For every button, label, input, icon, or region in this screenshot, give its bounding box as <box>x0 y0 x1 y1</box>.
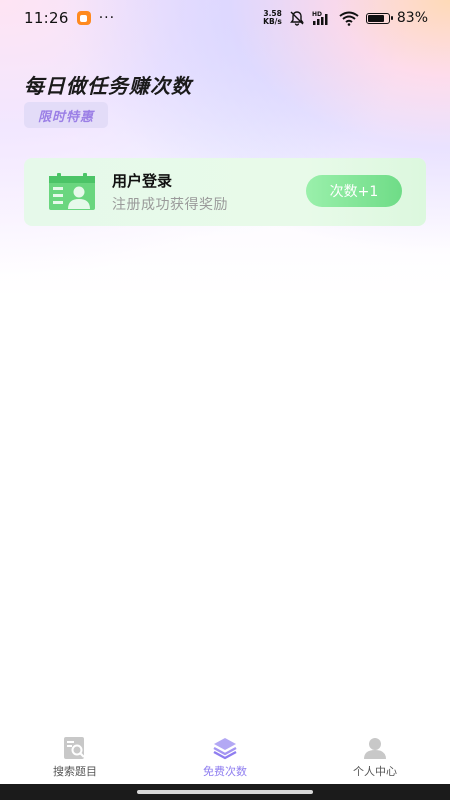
battery-icon <box>365 12 393 24</box>
limited-offer-badge: 限时特惠 <box>24 102 109 128</box>
svg-text:HD: HD <box>312 11 322 18</box>
user-login-icon <box>49 173 95 210</box>
tab-free-credits[interactable]: 免费次数 <box>150 728 300 779</box>
system-navigation-bar <box>0 784 450 800</box>
bottom-tab-bar: 搜索题目 免费次数 个人中心 <box>0 728 450 784</box>
tab-label: 免费次数 <box>203 765 247 778</box>
battery-percent: 83% <box>396 10 428 26</box>
task-title: 用户登录 <box>112 172 173 190</box>
signal-hd-icon: HD <box>312 11 328 25</box>
layers-icon <box>213 738 237 760</box>
status-time: 11:26 <box>24 9 69 27</box>
task-card-user-login: 用户登录 注册成功获得奖励 次数+1 <box>24 158 426 226</box>
network-speed: 3.58 KB/s <box>263 9 282 26</box>
tab-profile[interactable]: 个人中心 <box>300 728 450 779</box>
search-question-icon <box>64 737 85 759</box>
status-bar: 11:26 ··· 3.58 KB/s HD 83% <box>0 0 450 36</box>
claim-reward-button[interactable]: 次数+1 <box>306 175 402 207</box>
tab-search-questions[interactable]: 搜索题目 <box>0 728 150 779</box>
home-indicator[interactable] <box>137 790 313 794</box>
page-title: 每日做任务赚次数 <box>24 74 192 98</box>
header-background <box>0 0 450 300</box>
app-notification-icon <box>76 11 91 25</box>
tab-label: 个人中心 <box>353 765 397 778</box>
tab-label: 搜索题目 <box>53 765 97 778</box>
wifi-icon <box>339 11 359 26</box>
more-notifications-icon: ··· <box>98 10 116 26</box>
task-description: 注册成功获得奖励 <box>112 197 228 213</box>
mute-bell-icon <box>289 11 304 26</box>
person-icon <box>364 738 386 759</box>
